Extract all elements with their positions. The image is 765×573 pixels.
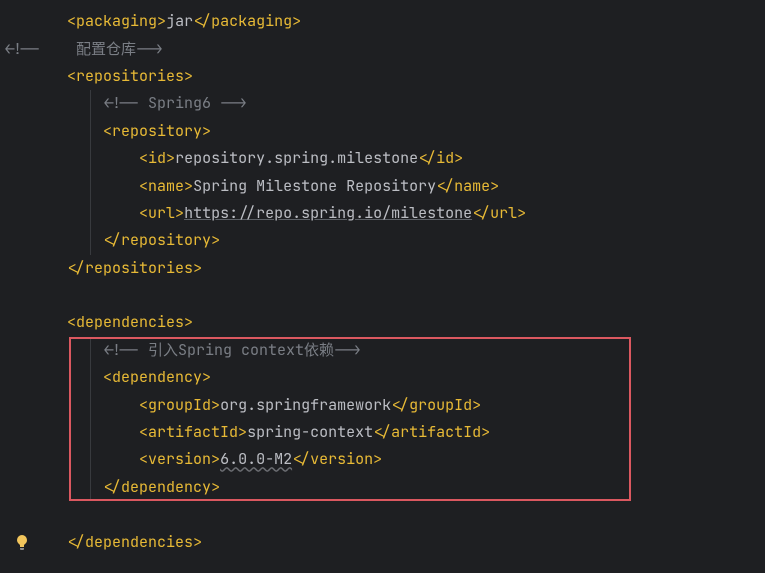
code-line[interactable]: <name>Spring Milestone Repository</name> [4,172,765,199]
code-line[interactable]: </dependencies> [4,528,765,555]
code-line[interactable]: <version>6.0.0-M2</version> [4,446,765,473]
code-line[interactable]: <id>repository.spring.milestone</id> [4,145,765,172]
code-line[interactable]: <dependencies> [4,309,765,336]
code-line[interactable] [4,282,765,309]
code-line[interactable]: <dependency> [4,364,765,391]
code-line[interactable]: <repositories> [4,63,765,90]
code-line[interactable]: </dependency> [4,474,765,501]
code-line[interactable]: </repository> [4,227,765,254]
code-line[interactable]: <groupId>org.springframework</groupId> [4,391,765,418]
code-line[interactable]: <!-- 配置仓库--> [4,35,765,62]
code-line[interactable] [4,501,765,528]
code-editor[interactable]: <packaging>jar</packaging><!-- 配置仓库--> <… [0,0,765,564]
code-line[interactable]: <repository> [4,118,765,145]
code-line[interactable]: </repositories> [4,255,765,282]
intention-bulb-icon[interactable] [14,532,30,548]
code-line[interactable]: <artifactId>spring-context</artifactId> [4,419,765,446]
code-line[interactable]: <packaging>jar</packaging> [4,8,765,35]
code-line[interactable]: <url>https://repo.spring.io/milestone</u… [4,200,765,227]
code-line[interactable]: <!-- Spring6 --> [4,90,765,117]
code-line[interactable]: <!-- 引入Spring context依赖--> [4,337,765,364]
